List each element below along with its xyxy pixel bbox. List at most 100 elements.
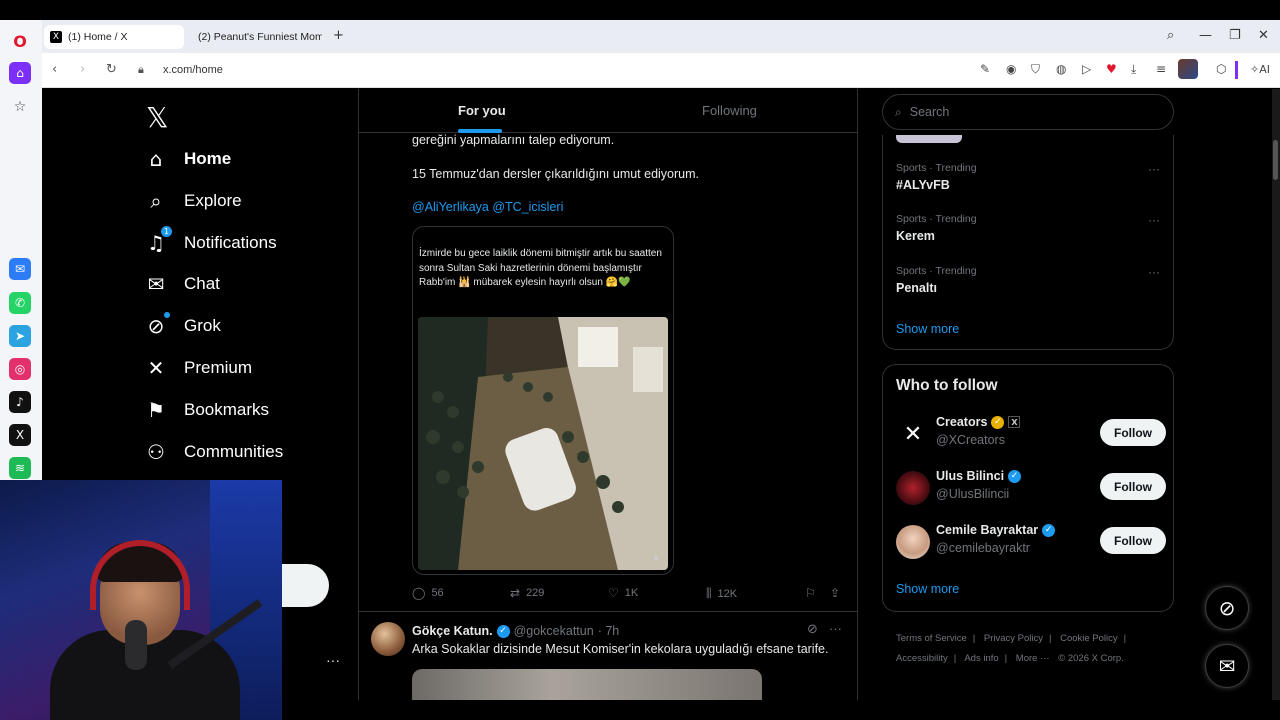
tab-peanut[interactable]: (2) Peanut's Funniest Mom xyxy=(186,25,322,49)
grok-fab-icon[interactable]: ⊘ xyxy=(1205,586,1249,630)
opera-logo-icon[interactable]: O xyxy=(9,30,31,52)
communities-icon: ⚇ xyxy=(147,440,165,464)
edit-icon[interactable]: ✎ xyxy=(980,62,990,76)
follow-suggestion[interactable]: ✕ Creators ✓ X @XCreators Follow xyxy=(896,415,1166,455)
follow-suggestion[interactable]: Cemile Bayraktar ✓ @cemilebayraktr Follow xyxy=(896,523,1166,563)
tweet-text-line: gereğini yapmalarını talep ediyorum. xyxy=(412,133,615,147)
translate-icon[interactable]: ◍ xyxy=(1056,62,1066,76)
reload-icon[interactable]: ↻ xyxy=(106,62,117,77)
tab-for-you[interactable]: For you xyxy=(458,103,506,118)
share-button[interactable]: ⇪ xyxy=(830,586,840,600)
show-more-trends[interactable]: Show more xyxy=(896,322,959,336)
trend-name: Penaltı xyxy=(896,281,937,295)
telegram-icon[interactable]: ➤ xyxy=(9,325,31,347)
tiktok-icon[interactable]: ♪ xyxy=(9,391,31,413)
follow-button[interactable]: Follow xyxy=(1100,473,1166,500)
new-tab-icon[interactable]: + xyxy=(333,28,344,43)
grok-icon[interactable]: ⊘ xyxy=(807,622,818,637)
show-more-follow[interactable]: Show more xyxy=(896,582,959,596)
like-button[interactable]: ♡ 1K xyxy=(608,586,638,600)
profile-avatar[interactable] xyxy=(1178,59,1198,79)
tab-strip: X (1) Home / X (2) Peanut's Funniest Mom… xyxy=(42,20,1280,53)
footer-link[interactable]: Accessibility xyxy=(896,653,948,664)
trend-item[interactable]: Sports · Trending Penaltı ··· xyxy=(896,265,1166,295)
trend-image xyxy=(896,135,962,143)
more-options-icon[interactable]: ··· xyxy=(829,621,842,636)
more-options-icon[interactable]: ··· xyxy=(1148,265,1160,279)
scrollbar[interactable] xyxy=(1272,89,1280,700)
x-premium-icon: ✕ xyxy=(147,356,165,380)
footer-sep: | xyxy=(1123,633,1127,644)
messenger-icon[interactable]: ✉ xyxy=(9,258,31,280)
nav-bookmarks[interactable]: ⚑ Bookmarks xyxy=(144,390,269,430)
follow-button[interactable]: Follow xyxy=(1100,527,1166,554)
footer-link[interactable]: Ads info xyxy=(964,653,998,664)
tab-following[interactable]: Following xyxy=(702,103,757,118)
footer-link[interactable]: Privacy Policy xyxy=(984,633,1043,644)
ai-sparkle-icon: ✧ xyxy=(1250,63,1260,76)
restore-icon[interactable]: ❐ xyxy=(1229,28,1241,43)
bookmark-button[interactable]: ⚐ xyxy=(805,586,816,600)
messages-fab-icon[interactable]: ✉ xyxy=(1205,644,1249,688)
spotify-icon[interactable]: ≋ xyxy=(9,457,31,479)
tweet-divider xyxy=(359,611,857,612)
trend-item[interactable]: Sports · Trending #ALYvFB ··· xyxy=(896,162,1166,192)
heart-icon[interactable]: ♥ xyxy=(1106,62,1117,76)
footer-sep: | xyxy=(953,653,957,664)
star-icon[interactable]: ☆ xyxy=(9,96,31,118)
trend-item[interactable]: Sports · Trending Kerem ··· xyxy=(896,213,1166,243)
suggestion-handle: @cemilebayraktr xyxy=(936,541,1030,555)
lock-icon: 🔒︎ xyxy=(138,63,144,76)
minimize-icon[interactable]: — xyxy=(1199,28,1212,43)
search-tabs-icon[interactable]: ⌕ xyxy=(1167,28,1174,43)
x-logo-icon[interactable]: 𝕏 xyxy=(146,101,169,134)
nav-premium[interactable]: ✕ Premium xyxy=(144,348,252,388)
forward-icon[interactable]: › xyxy=(80,62,85,77)
tweet-mentions[interactable]: @AliYerlikaya @TC_icisleri xyxy=(412,200,563,214)
views-button[interactable]: ⫼ 12K xyxy=(706,586,737,601)
more-options-icon[interactable]: ··· xyxy=(1148,213,1160,227)
shield-icon[interactable]: ⛉ xyxy=(1031,62,1040,77)
camera-icon[interactable]: ◉ xyxy=(1006,62,1016,76)
play-icon[interactable]: ▷ xyxy=(1082,62,1091,76)
footer-link[interactable]: More ··· xyxy=(1016,653,1050,664)
menu-icon[interactable]: ≡ xyxy=(1156,62,1166,76)
back-icon[interactable]: ‹ xyxy=(52,62,57,77)
x-icon[interactable]: X xyxy=(9,424,31,446)
tab-home-x[interactable]: X (1) Home / X xyxy=(44,25,184,49)
footer-link[interactable]: Terms of Service xyxy=(896,633,967,644)
account-more-icon[interactable]: ··· xyxy=(326,652,340,668)
tweet-author[interactable]: Gökçe Katun. ✓ @gokcekattun · 7h xyxy=(412,624,619,638)
nav-grok[interactable]: ⊘ Grok xyxy=(144,306,221,346)
tweet-media[interactable] xyxy=(412,669,762,700)
home-icon[interactable]: ⌂ xyxy=(9,62,31,84)
whatsapp-icon[interactable]: ✆ xyxy=(9,292,31,314)
suggestion-name: Cemile Bayraktar xyxy=(936,523,1039,537)
follow-button[interactable]: Follow xyxy=(1100,419,1166,446)
repost-button[interactable]: ⇄ 229 xyxy=(510,586,544,600)
ai-button[interactable]: ✧AI xyxy=(1250,63,1270,76)
post-button[interactable] xyxy=(282,564,329,607)
mute-icon[interactable]: 🔇︎ xyxy=(654,553,660,564)
avatar[interactable] xyxy=(371,622,405,656)
instagram-icon[interactable]: ◎ xyxy=(9,358,31,380)
search-input[interactable]: ⌕ Search xyxy=(882,94,1174,130)
nav-home[interactable]: ⌂ Home xyxy=(144,139,232,179)
more-options-icon[interactable]: ··· xyxy=(1148,162,1160,176)
download-icon[interactable]: ⤓ xyxy=(1131,62,1136,77)
follow-suggestion[interactable]: Ulus Bilinci ✓ @UlusBilincii Follow xyxy=(896,469,1166,509)
tweet-video[interactable]: 🔇︎ xyxy=(418,317,668,570)
scrollbar-thumb[interactable] xyxy=(1273,140,1278,180)
ai-label: AI xyxy=(1259,63,1270,76)
url-field[interactable]: x.com/home xyxy=(163,64,223,76)
nav-label: Notifications xyxy=(184,233,277,252)
nav-chat[interactable]: ✉ Chat xyxy=(144,264,220,304)
nav-notifications[interactable]: ♫ 1 Notifications xyxy=(144,223,277,263)
nav-explore[interactable]: ⌕ Explore xyxy=(144,181,241,221)
close-window-icon[interactable]: ✕ xyxy=(1258,28,1269,43)
quoted-tweet[interactable]: İzmirde bu gece laiklik dönemi bitmiştir… xyxy=(412,226,674,575)
footer-link[interactable]: Cookie Policy xyxy=(1060,633,1118,644)
extensions-icon[interactable]: ⬡ xyxy=(1216,62,1226,76)
reply-button[interactable]: ◯ 56 xyxy=(412,586,444,600)
nav-communities[interactable]: ⚇ Communities xyxy=(144,432,283,472)
